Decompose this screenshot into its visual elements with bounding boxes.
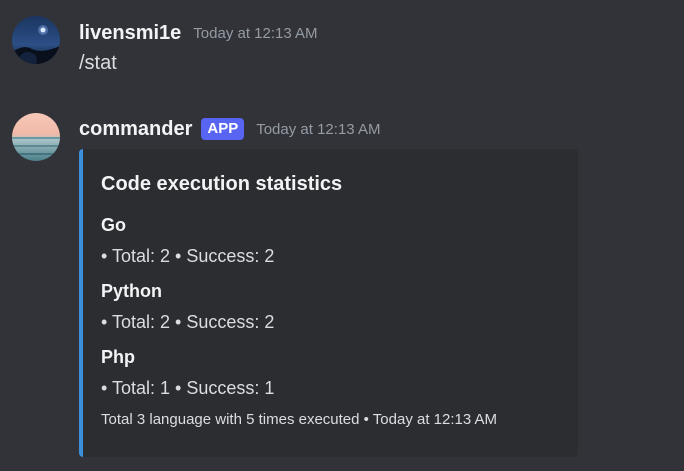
embed-field: Go • Total: 2 • Success: 2 bbox=[101, 213, 561, 268]
night-sky-avatar-icon bbox=[12, 16, 60, 64]
embed-field-value: • Total: 2 • Success: 2 bbox=[101, 312, 275, 332]
embed-field-name: Python bbox=[101, 281, 162, 301]
message-content: /stat bbox=[79, 52, 117, 74]
timestamp: Today at 12:13 AM bbox=[193, 24, 318, 42]
embed-field-name: Php bbox=[101, 347, 135, 367]
bot-avatar[interactable] bbox=[12, 113, 60, 161]
sunset-sea-avatar-icon bbox=[12, 113, 60, 161]
user-avatar[interactable] bbox=[12, 16, 60, 64]
embed-field: Php • Total: 1 • Success: 1 bbox=[101, 345, 561, 400]
embed-field-value: • Total: 2 • Success: 2 bbox=[101, 246, 275, 266]
app-badge: APP bbox=[201, 118, 245, 140]
message-user: livensmi1e Today at 12:13 AM /stat bbox=[0, 0, 684, 95]
embed-field: Python • Total: 2 • Success: 2 bbox=[101, 279, 561, 334]
embed-field-value: • Total: 1 • Success: 1 bbox=[101, 378, 275, 398]
chat-messages: livensmi1e Today at 12:13 AM /stat comma… bbox=[0, 0, 684, 471]
username[interactable]: commander bbox=[79, 118, 192, 141]
embed-title: Code execution statistics bbox=[101, 173, 343, 195]
embed-field-name: Go bbox=[101, 215, 126, 235]
embed-footer: Total 3 language with 5 times executed •… bbox=[101, 411, 498, 428]
username[interactable]: livensmi1e bbox=[79, 22, 181, 45]
message-header: commander APP Today at 12:13 AM bbox=[79, 116, 380, 142]
timestamp: Today at 12:13 AM bbox=[256, 120, 381, 138]
message-bot: commander APP Today at 12:13 AM Code exe… bbox=[0, 95, 684, 471]
embed: Code execution statistics Go • Total: 2 … bbox=[79, 149, 578, 457]
message-header: livensmi1e Today at 12:13 AM bbox=[79, 20, 318, 46]
